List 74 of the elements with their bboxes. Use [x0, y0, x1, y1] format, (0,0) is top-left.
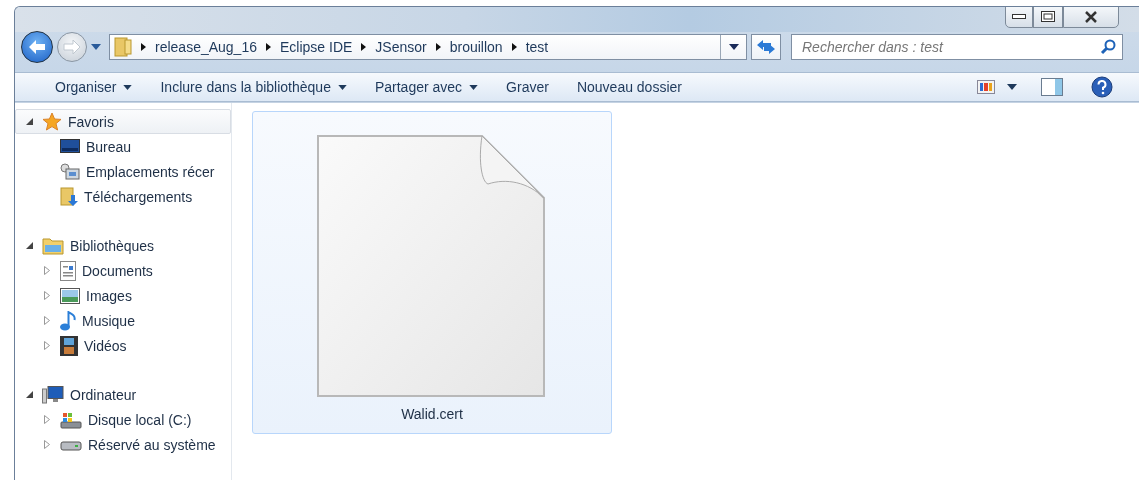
refresh-icon — [756, 39, 776, 55]
search-field[interactable]: Rechercher dans : test — [791, 34, 1123, 60]
file-item[interactable]: Walid.cert — [252, 111, 612, 434]
maximize-button[interactable] — [1033, 7, 1063, 28]
navigation-item[interactable]: Documents — [15, 258, 231, 283]
minimize-icon — [1012, 14, 1026, 20]
search-icon[interactable] — [1100, 39, 1116, 55]
navigation-item[interactable]: Disque local (C:) — [15, 407, 231, 432]
navigation-item[interactable]: Images — [15, 283, 231, 308]
preview-pane-icon — [1041, 78, 1063, 96]
caret-icon — [469, 84, 479, 90]
navigation-item[interactable]: Bureau — [15, 134, 231, 159]
navigation-item[interactable]: Bibliothèques — [15, 233, 231, 258]
minimize-button[interactable] — [1005, 7, 1033, 28]
collapsed-triangle-icon[interactable] — [44, 415, 50, 424]
chevron-right-icon — [511, 43, 517, 51]
navigation-item[interactable]: Réservé au système — [15, 432, 231, 457]
chevron-right-icon — [266, 43, 271, 51]
collapsed-triangle-icon[interactable] — [44, 341, 50, 350]
collapsed-triangle-icon[interactable] — [44, 291, 50, 300]
breadcrumb-item[interactable]: brouillon — [449, 39, 503, 55]
computer-icon — [42, 385, 64, 404]
caret-icon — [337, 84, 347, 90]
folder-icon — [114, 37, 132, 57]
address-bar[interactable]: release_Aug_16 Eclipse IDE JSensor brouillon test — [109, 34, 747, 60]
recent-places-icon — [60, 162, 80, 181]
close-icon — [1084, 11, 1098, 23]
expanded-triangle-icon[interactable] — [26, 391, 33, 398]
image-icon — [60, 287, 80, 304]
toolbar-button[interactable]: Nouveau dossier — [562, 75, 696, 99]
toolbar-button[interactable]: Inclure dans la bibliothèque — [146, 75, 361, 99]
navigation-item[interactable]: Téléchargements — [15, 184, 231, 209]
music-note-icon — [60, 310, 76, 331]
view-icon — [977, 80, 995, 94]
arrow-right-icon — [63, 39, 81, 55]
help-icon — [1091, 76, 1113, 98]
chevron-right-icon — [141, 43, 146, 51]
library-folder-icon — [42, 236, 64, 255]
breadcrumb-item[interactable]: test — [525, 39, 549, 55]
monitor-icon — [60, 138, 80, 155]
collapsed-triangle-icon[interactable] — [44, 316, 50, 325]
system-drive-icon — [60, 410, 82, 429]
navigation-item[interactable]: Musique — [15, 308, 231, 333]
chevron-right-icon — [361, 43, 367, 51]
caret-icon — [123, 84, 133, 90]
drive-icon — [60, 438, 82, 451]
expanded-triangle-icon[interactable] — [26, 118, 33, 125]
breadcrumb-item[interactable]: Eclipse IDE — [280, 39, 353, 55]
navigation-item[interactable]: Ordinateur — [15, 382, 231, 407]
file-name: Walid.cert — [401, 406, 463, 422]
back-button[interactable] — [21, 31, 53, 63]
download-folder-icon — [60, 186, 78, 207]
refresh-button[interactable] — [751, 34, 781, 60]
collapsed-triangle-icon[interactable] — [44, 440, 50, 449]
caret-icon — [1007, 84, 1017, 90]
toolbar-button[interactable]: Partager avec — [360, 75, 493, 99]
navigation-item[interactable]: Emplacements récer — [15, 159, 231, 184]
toolbar-button[interactable]: Graver — [492, 75, 563, 99]
toolbar-button[interactable]: Organiser — [41, 75, 147, 99]
restore-icon — [1041, 11, 1055, 23]
breadcrumb-item[interactable]: JSensor — [375, 39, 427, 55]
caret-icon — [728, 44, 739, 50]
collapsed-triangle-icon[interactable] — [44, 266, 50, 275]
document-icon — [60, 260, 76, 281]
dropdown-caret-icon[interactable] — [91, 44, 101, 50]
breadcrumb-item[interactable]: release_Aug_16 — [155, 39, 257, 55]
film-icon — [60, 335, 78, 356]
close-button[interactable] — [1063, 7, 1119, 28]
navigation-item[interactable]: Vidéos — [15, 333, 231, 358]
arrow-left-icon — [28, 39, 46, 55]
chevron-right-icon — [435, 43, 441, 51]
navigation-item[interactable]: Favoris — [15, 109, 231, 134]
expanded-triangle-icon[interactable] — [26, 242, 33, 249]
star-icon — [42, 112, 62, 131]
